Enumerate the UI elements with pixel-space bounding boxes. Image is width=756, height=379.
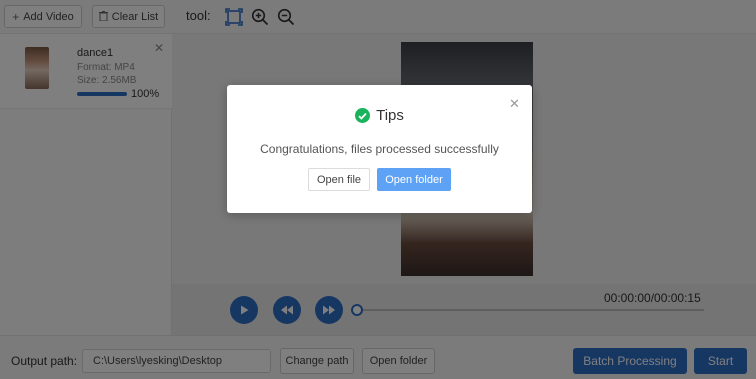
- dialog-title: Tips: [376, 107, 404, 124]
- tips-dialog: ✕ Tips Congratulations, files processed …: [227, 85, 532, 213]
- check-circle-icon: [355, 108, 371, 123]
- dialog-open-folder-label: Open folder: [385, 173, 443, 186]
- open-file-label: Open file: [316, 173, 362, 186]
- dialog-header: Tips: [227, 107, 532, 124]
- dialog-open-folder-button[interactable]: Open folder: [377, 168, 451, 191]
- open-file-button[interactable]: Open file: [308, 168, 370, 191]
- dialog-message: Congratulations, files processed success…: [260, 142, 499, 156]
